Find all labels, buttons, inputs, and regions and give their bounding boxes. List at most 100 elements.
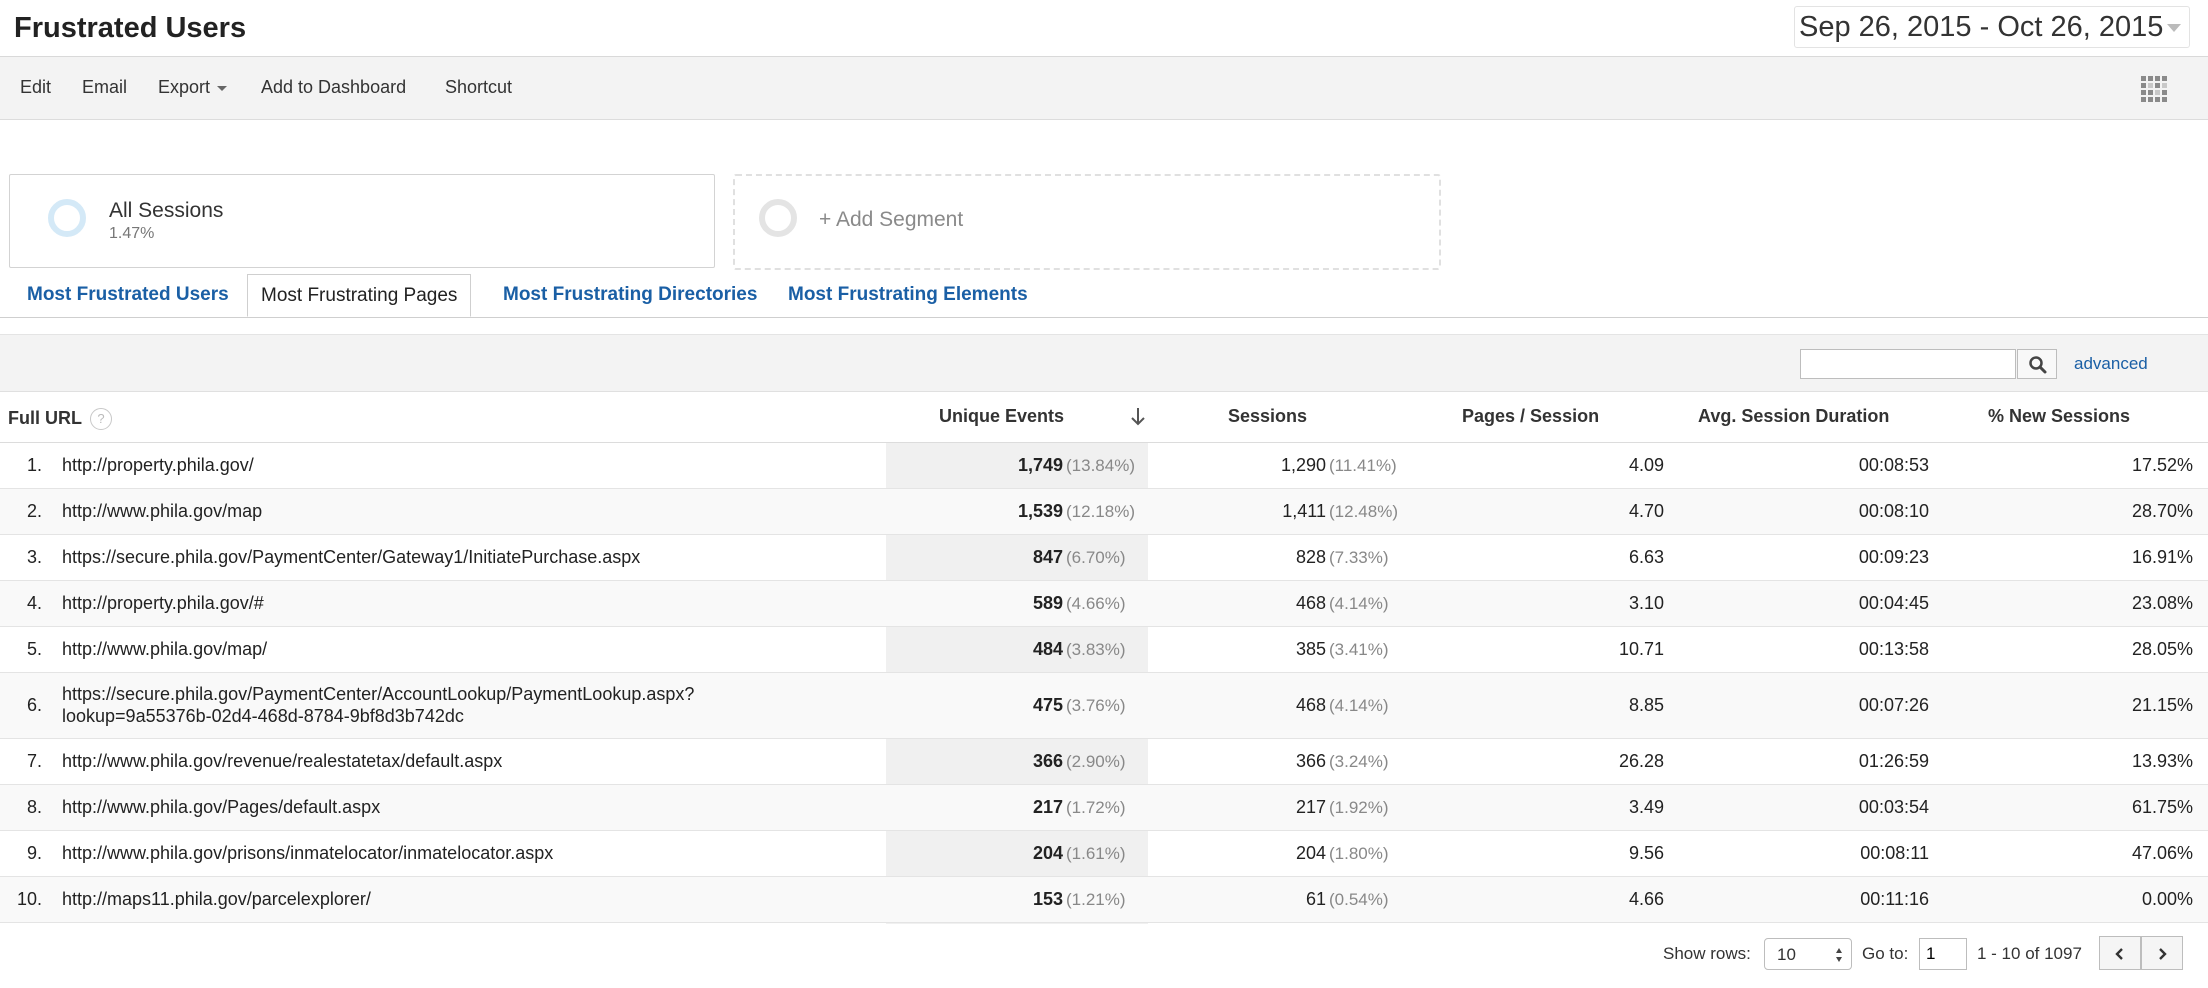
- table-row[interactable]: 4. http://property.phila.gov/# 589 (4.66%) 4…: [0, 581, 2208, 627]
- page-title: Frustrated Users: [14, 12, 247, 44]
- pages-per-session-value: 9.56: [1628, 843, 1664, 863]
- new-sessions-value: 16.91%: [2131, 547, 2193, 567]
- show-rows-select[interactable]: 10: [1764, 938, 1852, 970]
- chevron-left-icon[interactable]: [2113, 947, 2127, 961]
- table-row[interactable]: 9. http://www.phila.gov/prisons/inmateloc…: [0, 831, 2208, 877]
- next-page-button[interactable]: [2141, 936, 2183, 970]
- shortcut-button[interactable]: Shortcut: [445, 77, 512, 98]
- unique-events-percent: (4.66%): [1066, 594, 1126, 613]
- col-header-full-url[interactable]: Full URL?: [8, 408, 112, 431]
- unique-events-percent: (3.83%): [1066, 640, 1126, 659]
- row-url[interactable]: http://www.phila.gov/Pages/default.aspx: [62, 797, 380, 818]
- unique-events-percent: (1.61%): [1066, 844, 1126, 863]
- table-row[interactable]: 10. http://maps11.phila.gov/parcelexplore…: [0, 877, 2208, 923]
- col-header-unique-events[interactable]: Unique Events: [939, 406, 1064, 427]
- sessions-percent: (0.54%): [1329, 890, 1389, 909]
- sessions-percent: (3.41%): [1329, 640, 1389, 659]
- tab-most-frustrating-pages[interactable]: Most Frustrating Pages: [247, 274, 472, 317]
- segment-all-sessions[interactable]: All Sessions 1.47%: [9, 174, 715, 268]
- help-icon[interactable]: ?: [90, 408, 112, 431]
- row-url[interactable]: http://maps11.phila.gov/parcelexplorer/: [62, 889, 371, 910]
- table-row[interactable]: 5. http://www.phila.gov/map/484 (3.83%) 385…: [0, 627, 2208, 673]
- col-header-avg-session-duration[interactable]: Avg. Session Duration: [1698, 406, 1889, 427]
- goto-page-input[interactable]: [1919, 938, 1967, 970]
- sessions-value: 366: [1295, 751, 1326, 771]
- chevron-right-icon[interactable]: [2155, 947, 2169, 961]
- avg-session-duration-value: 00:03:54: [1858, 797, 1929, 817]
- pages-per-session-value: 3.10: [1628, 593, 1664, 613]
- tab-most-frustrating-elements[interactable]: Most Frustrating Elements: [788, 284, 1028, 306]
- row-number: 6.: [26, 695, 42, 715]
- search-icon[interactable]: [2018, 350, 2058, 380]
- table-search-input[interactable]: [1800, 349, 2016, 379]
- sessions-value: 385: [1295, 639, 1326, 659]
- row-url[interactable]: http://property.phila.gov/: [62, 455, 254, 476]
- row-number: 2.: [26, 501, 42, 521]
- unique-events-value: 484: [1032, 639, 1063, 659]
- sessions-value: 1,411: [1282, 501, 1326, 521]
- row-number: 5.: [26, 639, 42, 659]
- pagination-range: 1 - 10 of 1097: [1977, 944, 2082, 963]
- add-segment-label[interactable]: + Add Segment: [819, 208, 963, 232]
- pages-per-session-value: 4.70: [1628, 501, 1664, 521]
- table-row[interactable]: 8. http://www.phila.gov/Pages/default.asp…: [0, 785, 2208, 831]
- sessions-value: 204: [1295, 843, 1326, 863]
- col-header-full-url-label[interactable]: Full URL: [8, 408, 82, 428]
- report-tabs: Most Frustrated Users Most Frustrating P…: [0, 274, 2208, 318]
- segment-percent: 1.47%: [109, 225, 155, 242]
- add-to-dashboard-button[interactable]: Add to Dashboard: [261, 77, 406, 98]
- row-number: 10.: [16, 889, 42, 909]
- unique-events-value: 204: [1032, 843, 1063, 863]
- sort-descending-icon[interactable]: [1128, 406, 1148, 428]
- unique-events-percent: (3.76%): [1066, 696, 1126, 715]
- col-header-new-sessions[interactable]: % New Sessions: [1988, 406, 2130, 427]
- select-arrows-icon[interactable]: [1835, 947, 1843, 963]
- row-url[interactable]: http://www.phila.gov/map/: [62, 639, 267, 660]
- show-rows-value[interactable]: 10: [1777, 945, 1796, 965]
- avg-session-duration-value: 00:08:53: [1858, 455, 1929, 475]
- previous-page-button[interactable]: [2099, 936, 2141, 970]
- col-header-sessions[interactable]: Sessions: [1228, 406, 1307, 427]
- row-url[interactable]: http://www.phila.gov/map: [62, 501, 262, 522]
- chevron-down-icon[interactable]: [2167, 24, 2181, 32]
- advanced-filter-link[interactable]: advanced: [2074, 354, 2148, 374]
- chevron-down-icon[interactable]: [217, 85, 228, 91]
- table-row[interactable]: 7. http://www.phila.gov/revenue/realestat…: [0, 739, 2208, 785]
- export-label[interactable]: Export: [158, 77, 210, 97]
- new-sessions-value: 47.06%: [2131, 843, 2193, 863]
- unique-events-percent: (13.84%): [1066, 456, 1135, 475]
- row-number: 9.: [26, 843, 42, 863]
- tab-most-frustrating-directories[interactable]: Most Frustrating Directories: [503, 284, 757, 306]
- row-url[interactable]: https://secure.phila.gov/PaymentCenter/A…: [62, 683, 822, 727]
- unique-events-percent: (6.70%): [1066, 548, 1126, 567]
- export-button[interactable]: Export: [158, 77, 228, 98]
- table-row[interactable]: 3. https://secure.phila.gov/PaymentCenter…: [0, 535, 2208, 581]
- table-row[interactable]: 1. http://property.phila.gov/1,749 (13.84%…: [0, 443, 2208, 489]
- pages-per-session-value: 6.63: [1628, 547, 1664, 567]
- pages-per-session-value: 8.85: [1628, 695, 1664, 715]
- add-segment-button[interactable]: + Add Segment: [733, 174, 1441, 270]
- row-url[interactable]: http://property.phila.gov/#: [62, 593, 264, 614]
- avg-session-duration-value: 00:11:16: [1860, 889, 1929, 909]
- edit-button[interactable]: Edit: [20, 77, 51, 98]
- date-range-selector[interactable]: Sep 26, 2015 - Oct 26, 2015: [1794, 6, 2190, 48]
- row-url[interactable]: https://secure.phila.gov/PaymentCenter/G…: [62, 547, 640, 568]
- email-button[interactable]: Email: [82, 77, 127, 98]
- new-sessions-value: 28.70%: [2131, 501, 2193, 521]
- row-number: 7.: [26, 751, 42, 771]
- date-range-text[interactable]: Sep 26, 2015 - Oct 26, 2015: [1799, 11, 2163, 44]
- col-header-pages-per-session[interactable]: Pages / Session: [1462, 406, 1599, 427]
- search-button[interactable]: [2017, 349, 2057, 379]
- unique-events-percent: (12.18%): [1066, 502, 1135, 521]
- sessions-value: 217: [1295, 797, 1326, 817]
- table-view-icon[interactable]: [2140, 75, 2168, 103]
- table-row[interactable]: 2. http://www.phila.gov/map 1,539 (12.18%) 1…: [0, 489, 2208, 535]
- avg-session-duration-value: 00:09:23: [1858, 547, 1929, 567]
- new-sessions-value: 21.15%: [2131, 695, 2193, 715]
- tab-most-frustrated-users[interactable]: Most Frustrated Users: [27, 284, 229, 306]
- unique-events-value: 847: [1032, 547, 1063, 567]
- table-row[interactable]: 6. https://secure.phila.gov/PaymentCenter…: [0, 673, 2208, 739]
- row-url[interactable]: http://www.phila.gov/prisons/inmatelocat…: [62, 843, 553, 864]
- row-url[interactable]: http://www.phila.gov/revenue/realestatet…: [62, 751, 502, 772]
- sessions-percent: (1.80%): [1329, 844, 1389, 863]
